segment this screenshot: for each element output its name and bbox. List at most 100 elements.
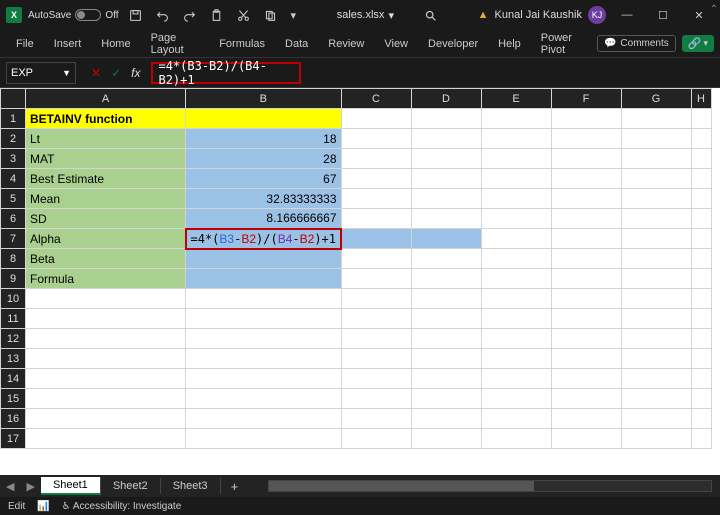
cell[interactable] [621,189,691,209]
cell[interactable] [621,309,691,329]
tab-help[interactable]: Help [488,30,531,58]
col-header[interactable]: B [186,89,342,109]
tab-insert[interactable]: Insert [44,30,92,58]
cell[interactable] [26,289,186,309]
col-header[interactable]: E [481,89,551,109]
cell[interactable] [691,309,711,329]
cell[interactable] [186,349,342,369]
cancel-formula-icon[interactable]: ✕ [86,66,106,80]
cell[interactable]: BETAINV function [26,109,186,129]
tab-page-layout[interactable]: Page Layout [141,30,210,58]
horizontal-scrollbar[interactable] [268,480,712,492]
cell[interactable] [26,429,186,449]
cell[interactable] [341,149,411,169]
cell[interactable] [621,329,691,349]
tab-review[interactable]: Review [318,30,374,58]
cell[interactable] [621,169,691,189]
clipboard-icon[interactable] [206,9,227,22]
row-header[interactable]: 2 [1,129,26,149]
row-header[interactable]: 12 [1,329,26,349]
cell[interactable] [341,269,411,289]
cell[interactable] [26,309,186,329]
avatar[interactable]: KJ [588,6,606,24]
cell[interactable] [691,149,711,169]
cell[interactable] [186,369,342,389]
cell[interactable] [341,249,411,269]
cell[interactable] [341,409,411,429]
filename[interactable]: sales.xlsx ▾ [337,9,394,22]
cell[interactable]: SD [26,209,186,229]
tab-power-pivot[interactable]: Power Pivot [531,30,597,58]
row-header[interactable]: 4 [1,169,26,189]
cell[interactable] [481,369,551,389]
cell[interactable]: Best Estimate [26,169,186,189]
cell[interactable] [551,289,621,309]
enter-formula-icon[interactable]: ✓ [106,66,126,80]
cell[interactable] [481,349,551,369]
next-sheet-icon[interactable]: ▶ [20,480,40,493]
row-header[interactable]: 7 [1,229,26,249]
cell[interactable] [186,329,342,349]
cell[interactable] [621,289,691,309]
cell[interactable] [481,269,551,289]
cell[interactable] [551,229,621,249]
cell[interactable] [341,429,411,449]
col-header[interactable]: A [26,89,186,109]
cell[interactable]: Lt [26,129,186,149]
cell[interactable] [551,109,621,129]
cell[interactable] [551,149,621,169]
cell[interactable]: =4*(B3-B2)/(B4-B2)+1 [186,229,342,249]
cell[interactable] [691,189,711,209]
expand-formula-icon[interactable]: ⌃ [710,4,718,15]
cell[interactable] [481,409,551,429]
cell[interactable] [26,369,186,389]
cell[interactable] [481,249,551,269]
cell[interactable] [26,389,186,409]
cell[interactable] [481,109,551,129]
row-header[interactable]: 16 [1,409,26,429]
tab-view[interactable]: View [374,30,418,58]
cell[interactable] [411,269,481,289]
row-header[interactable]: 17 [1,429,26,449]
cell[interactable] [691,429,711,449]
cell[interactable]: 32.83333333 [186,189,342,209]
cell[interactable] [481,169,551,189]
cell[interactable] [341,229,411,249]
cell[interactable] [621,109,691,129]
cell[interactable] [691,229,711,249]
cell[interactable] [691,349,711,369]
cell[interactable] [186,249,342,269]
cell[interactable]: 8.166666667 [186,209,342,229]
row-header[interactable]: 15 [1,389,26,409]
save-icon[interactable] [125,9,146,22]
cell[interactable] [341,329,411,349]
cell[interactable] [411,109,481,129]
cell[interactable] [341,369,411,389]
cell[interactable] [551,189,621,209]
tab-home[interactable]: Home [91,30,140,58]
cell[interactable] [621,349,691,369]
sheet-tab[interactable]: Sheet3 [161,478,221,494]
cell[interactable]: 28 [186,149,342,169]
undo-icon[interactable] [152,9,173,22]
cell[interactable] [186,409,342,429]
cell[interactable]: Mean [26,189,186,209]
cell[interactable] [481,189,551,209]
sheet-tab[interactable]: Sheet1 [41,477,101,495]
cell[interactable] [621,409,691,429]
cell[interactable] [691,289,711,309]
cell[interactable] [621,269,691,289]
cell[interactable] [186,429,342,449]
cell[interactable] [411,429,481,449]
formula-input[interactable]: =4*(B3-B2)/(B4-B2)+1 [151,62,301,84]
cell[interactable] [411,189,481,209]
cell[interactable] [341,309,411,329]
cell[interactable] [341,129,411,149]
tab-file[interactable]: File [6,30,44,58]
cell[interactable] [411,329,481,349]
cell[interactable] [411,349,481,369]
cell[interactable] [341,389,411,409]
col-header[interactable]: F [551,89,621,109]
cell[interactable]: Formula [26,269,186,289]
cell[interactable] [186,289,342,309]
